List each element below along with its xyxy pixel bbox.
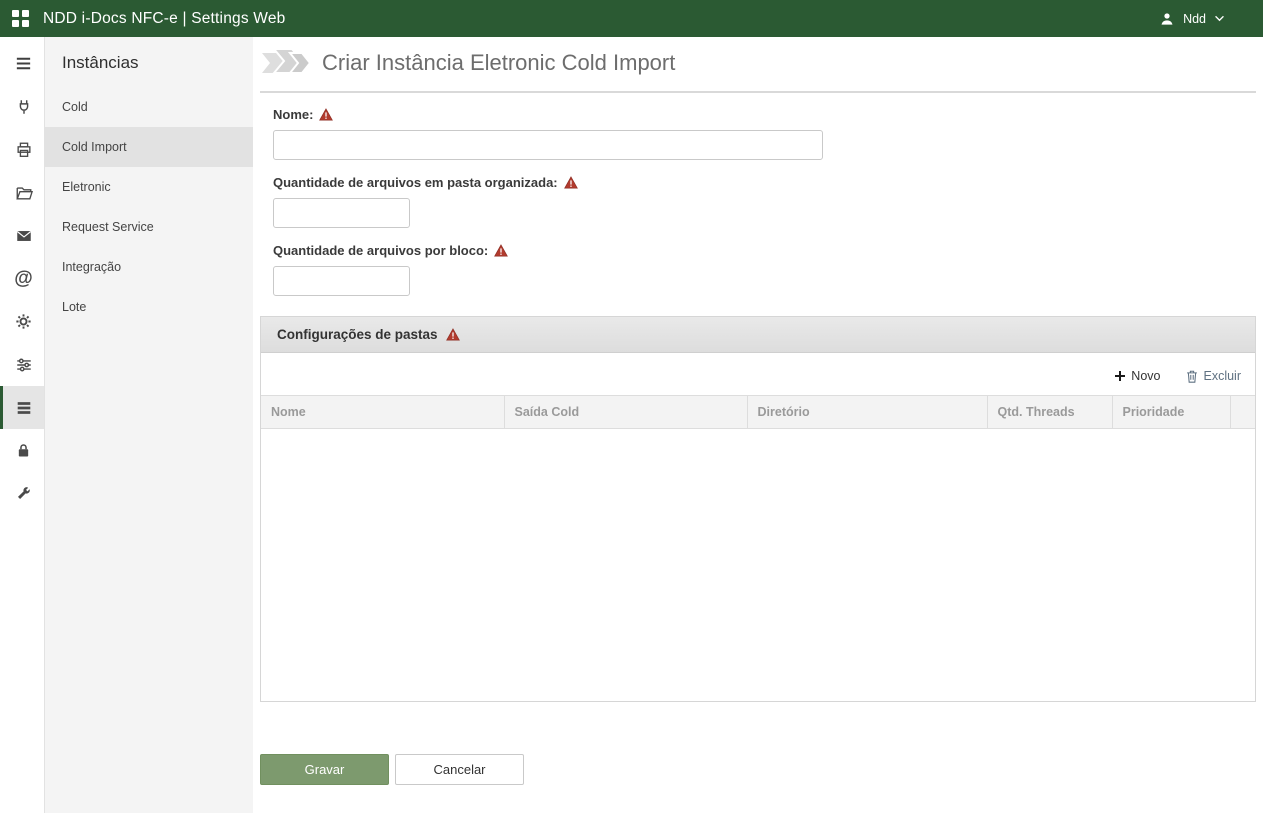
instances-list-icon[interactable] (0, 386, 44, 429)
app-window: NDD i-Docs NFC-e | Settings Web Ndd (0, 0, 1263, 813)
field-qtd-bloco: Quantidade de arquivos por bloco: (273, 243, 1256, 296)
trash-icon (1186, 370, 1198, 383)
plus-icon (1114, 370, 1126, 382)
printer-icon[interactable] (0, 128, 44, 171)
form-actions: Gravar Cancelar (260, 754, 1256, 799)
sidebar: Instâncias Cold Cold Import Eletronic Re… (45, 37, 253, 813)
shell: @ Instâncias Cold Cold Import Eletroni (0, 37, 1263, 813)
menu-icon[interactable] (0, 42, 44, 85)
required-warning-icon (494, 244, 508, 257)
lock-icon[interactable] (0, 429, 44, 472)
topbar: NDD i-Docs NFC-e | Settings Web Ndd (0, 0, 1263, 37)
folders-config-title: Configurações de pastas (277, 327, 438, 342)
chevron-down-icon (1214, 15, 1225, 22)
user-menu[interactable]: Ndd (1159, 11, 1225, 27)
column-header-prioridade[interactable]: Prioridade (1112, 396, 1230, 429)
column-header-nome[interactable]: Nome (261, 396, 504, 429)
delete-row-label: Excluir (1203, 369, 1241, 383)
main-panel: Criar Instância Eletronic Cold Import No… (253, 37, 1263, 813)
field-nome-label-row: Nome: (273, 107, 1256, 122)
waffle-square (22, 20, 29, 27)
sidebar-item-request-service[interactable]: Request Service (45, 207, 253, 247)
column-header-spacer (1230, 396, 1255, 429)
folders-config-panel: Configurações de pastas Novo (260, 316, 1256, 702)
page-header: Criar Instância Eletronic Cold Import (260, 37, 1256, 93)
field-nome-label: Nome: (273, 107, 313, 122)
user-icon (1159, 11, 1175, 27)
qtd-pasta-input[interactable] (273, 198, 410, 228)
nome-input[interactable] (273, 130, 823, 160)
column-header-saida-cold[interactable]: Saída Cold (504, 396, 747, 429)
folders-table-header-row: Nome Saída Cold Diretório Qtd. Threads P… (261, 396, 1255, 429)
waffle-square (22, 10, 29, 17)
wrench-icon[interactable] (0, 472, 44, 515)
sidebar-title: Instâncias (45, 53, 253, 87)
new-row-label: Novo (1131, 369, 1160, 383)
apps-grid-icon[interactable] (12, 10, 29, 27)
required-warning-icon (319, 108, 333, 121)
field-qtd-pasta-label-row: Quantidade de arquivos em pasta organiza… (273, 175, 1256, 190)
sidebar-item-eletronic[interactable]: Eletronic (45, 167, 253, 207)
new-row-button[interactable]: Novo (1114, 369, 1160, 383)
column-header-diretorio[interactable]: Diretório (747, 396, 987, 429)
sliders-icon[interactable] (0, 343, 44, 386)
folders-config-header: Configurações de pastas (261, 317, 1255, 353)
field-qtd-pasta: Quantidade de arquivos em pasta organiza… (273, 175, 1256, 228)
delete-row-button[interactable]: Excluir (1186, 369, 1241, 383)
page-title: Criar Instância Eletronic Cold Import (322, 50, 675, 76)
qtd-bloco-input[interactable] (273, 266, 410, 296)
form-content: Nome: Quantidade de arquivos em pasta or… (260, 93, 1256, 813)
field-nome: Nome: (273, 107, 1256, 160)
waffle-square (12, 10, 19, 17)
waffle-square (12, 20, 19, 27)
save-button[interactable]: Gravar (260, 754, 389, 785)
required-warning-icon (564, 176, 578, 189)
cancel-button[interactable]: Cancelar (395, 754, 524, 785)
sidebar-item-lote[interactable]: Lote (45, 287, 253, 327)
gear-icon[interactable] (0, 300, 44, 343)
plug-icon[interactable] (0, 85, 44, 128)
grid-toolbar: Novo Excluir (261, 353, 1255, 395)
at-sign-icon[interactable]: @ (0, 257, 44, 300)
icon-rail: @ (0, 37, 45, 813)
mail-icon[interactable] (0, 214, 44, 257)
folder-open-icon[interactable] (0, 171, 44, 214)
sidebar-item-integracao[interactable]: Integração (45, 247, 253, 287)
sidebar-item-cold[interactable]: Cold (45, 87, 253, 127)
required-warning-icon (446, 328, 460, 341)
sidebar-item-cold-import[interactable]: Cold Import (45, 127, 253, 167)
field-qtd-bloco-label: Quantidade de arquivos por bloco: (273, 243, 488, 258)
folders-table: Nome Saída Cold Diretório Qtd. Threads P… (261, 395, 1255, 429)
user-name: Ndd (1183, 12, 1206, 26)
column-header-qtd-threads[interactable]: Qtd. Threads (987, 396, 1112, 429)
field-qtd-bloco-label-row: Quantidade de arquivos por bloco: (273, 243, 1256, 258)
field-qtd-pasta-label: Quantidade de arquivos em pasta organiza… (273, 175, 558, 190)
app-title: NDD i-Docs NFC-e | Settings Web (43, 10, 286, 28)
folders-table-empty-body (261, 429, 1255, 701)
layered-arrows-icon (260, 45, 314, 81)
